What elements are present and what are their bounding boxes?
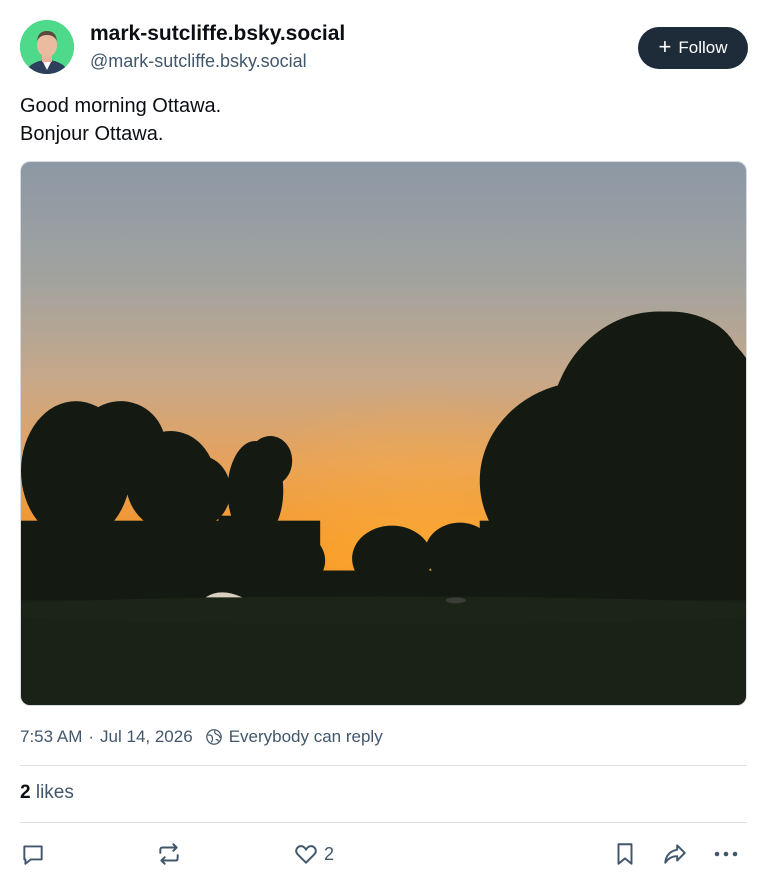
post-date[interactable]: Jul 14, 2026 xyxy=(100,727,193,747)
post-text: Good morning Ottawa. Bonjour Ottawa. xyxy=(20,95,222,145)
more-button[interactable] xyxy=(713,840,739,868)
globe-icon xyxy=(205,728,223,746)
bookmark-icon xyxy=(617,843,633,865)
post-image[interactable] xyxy=(20,161,747,706)
share-button[interactable] xyxy=(662,840,688,868)
avatar[interactable] xyxy=(20,20,74,74)
like-button[interactable]: 2 xyxy=(293,840,334,868)
more-icon xyxy=(714,851,738,857)
repost-icon xyxy=(159,843,179,865)
post-meta: 7:53 AM · Jul 14, 2026 Everybody can rep… xyxy=(20,727,383,747)
meta-separator: · xyxy=(88,727,95,746)
follow-button-label: Follow xyxy=(678,38,728,57)
likes-label: likes xyxy=(35,782,74,803)
author-handle[interactable]: @mark-sutcliffe.bsky.social xyxy=(90,51,307,72)
divider xyxy=(20,765,747,766)
author-display-name[interactable]: mark-sutcliffe.bsky.social xyxy=(90,22,345,46)
person-avatar-icon xyxy=(20,20,74,74)
comment-icon xyxy=(23,845,43,865)
likes-count[interactable]: 2 likes xyxy=(20,782,74,804)
likes-number: 2 xyxy=(20,782,31,803)
sunset-over-trees-photo xyxy=(21,162,746,705)
heart-icon xyxy=(295,845,317,864)
follow-button[interactable]: + Follow xyxy=(638,27,748,69)
divider xyxy=(20,822,747,823)
share-icon xyxy=(664,844,686,864)
like-count: 2 xyxy=(324,843,335,864)
reply-setting[interactable]: Everybody can reply xyxy=(229,727,383,747)
reply-button[interactable] xyxy=(20,840,46,868)
repost-button[interactable] xyxy=(156,840,182,868)
plus-icon: + xyxy=(658,34,672,59)
post-time: 7:53 AM xyxy=(20,727,83,746)
bookmark-button[interactable] xyxy=(612,840,638,868)
